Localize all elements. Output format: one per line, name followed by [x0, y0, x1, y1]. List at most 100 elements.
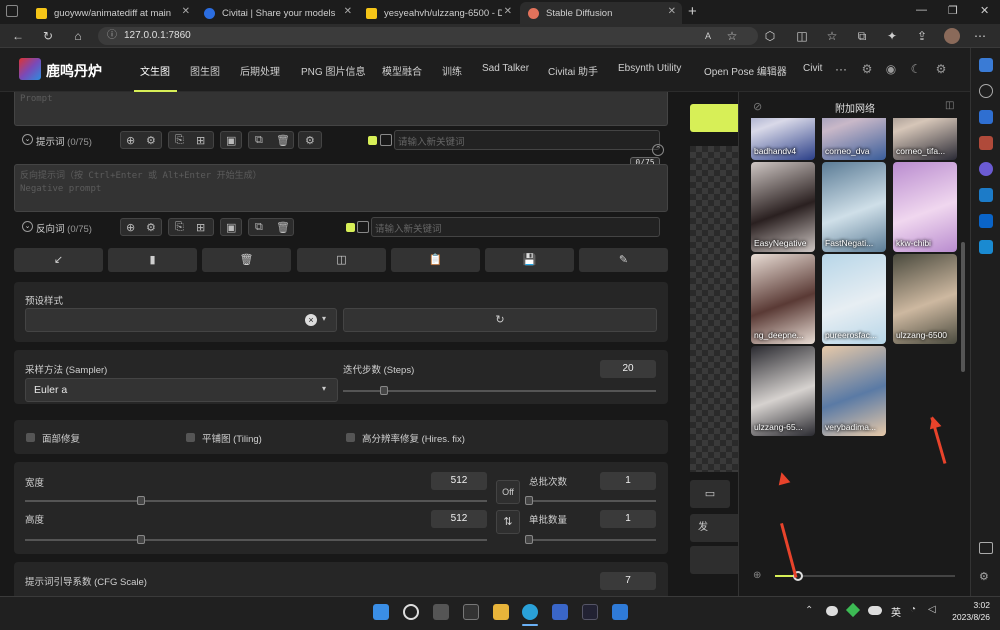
auto-size-off-button[interactable]: Off: [496, 480, 520, 504]
terminal-icon[interactable]: [463, 604, 479, 620]
import-icon[interactable]: ⎘: [175, 221, 184, 234]
sampler-dropdown[interactable]: Euler a ▾: [25, 378, 338, 402]
batch-count-input[interactable]: 1: [600, 472, 656, 490]
close-window-icon[interactable]: ✕: [980, 4, 989, 17]
search-icon[interactable]: [403, 604, 419, 620]
file-explorer-icon[interactable]: [493, 604, 509, 620]
steps-slider-thumb[interactable]: [379, 386, 388, 395]
github-icon[interactable]: ◉: [884, 62, 898, 76]
magic-button[interactable]: ✎: [579, 248, 668, 272]
outlook-icon[interactable]: [979, 214, 993, 228]
volume-icon[interactable]: ◁: [928, 604, 936, 615]
steps-number-input[interactable]: 20: [600, 360, 656, 378]
model-card[interactable]: corneo_dva: [822, 118, 886, 160]
extra-networks-button[interactable]: ◫: [297, 248, 386, 272]
browser-tab[interactable]: Civitai | Share your models ✕: [196, 2, 358, 24]
minimize-icon[interactable]: —: [916, 4, 927, 16]
model-card[interactable]: ulzzang-65...: [751, 346, 815, 436]
import-icon[interactable]: ⎘: [175, 134, 184, 147]
avatar[interactable]: [944, 28, 960, 44]
read-params-button[interactable]: ↙: [14, 248, 103, 272]
back-icon[interactable]: ←: [10, 28, 26, 44]
telegram-icon[interactable]: [979, 240, 993, 254]
extensions-icon[interactable]: ⬡: [762, 28, 778, 44]
collections-icon[interactable]: ⧉: [854, 28, 870, 44]
batch-size-slider-thumb[interactable]: [525, 535, 533, 544]
unpin-icon[interactable]: ⊘: [753, 100, 762, 113]
settings-gear-icon[interactable]: ⚙: [860, 62, 874, 76]
copy-icon[interactable]: ⧉: [255, 134, 263, 147]
read-aloud-icon[interactable]: A: [700, 28, 716, 44]
height-number-input[interactable]: 512: [431, 510, 487, 528]
tab-actions-icon[interactable]: [6, 5, 18, 17]
output-action-button[interactable]: [690, 546, 738, 574]
refresh-icon[interactable]: ↻: [40, 28, 56, 44]
close-icon[interactable]: ✕: [668, 6, 676, 17]
close-icon[interactable]: ✕: [344, 6, 352, 17]
home-icon[interactable]: ⌂: [70, 28, 86, 44]
split-screen-icon[interactable]: ◫: [794, 28, 810, 44]
model-card[interactable]: EasyNegative: [751, 162, 815, 252]
tiling-checkbox[interactable]: [186, 433, 195, 442]
apply-style-button[interactable]: 📋: [391, 248, 480, 272]
clock[interactable]: 3:02 2023/8/26: [944, 599, 990, 623]
games-icon[interactable]: [979, 162, 993, 176]
tab-nav-item[interactable]: 训练: [442, 63, 462, 78]
face-restore-checkbox[interactable]: [26, 433, 35, 442]
show-hidden-icons-icon[interactable]: ⌃: [805, 605, 813, 616]
scrollbar[interactable]: [961, 242, 965, 372]
task-view-icon[interactable]: [433, 604, 449, 620]
gear-icon[interactable]: ⚙: [146, 221, 156, 234]
collapse-chevron-icon[interactable]: ⌄: [22, 134, 33, 145]
model-card[interactable]: verybadima...: [822, 346, 886, 436]
new-keyword-input[interactable]: 请输入新关键词: [394, 130, 660, 150]
settings-icon[interactable]: ⚙: [979, 570, 993, 584]
more-icon[interactable]: ⋯: [972, 28, 988, 44]
height-slider-thumb[interactable]: [136, 535, 145, 544]
height-slider[interactable]: [25, 539, 487, 541]
wifi-icon[interactable]: ◔: [910, 604, 916, 615]
new-keyword-input[interactable]: 请输入新关键词: [371, 217, 660, 237]
folder-icon[interactable]: ▭: [690, 480, 730, 508]
tab-nav-item[interactable]: Sad Talker: [482, 63, 529, 74]
toolbox-icon[interactable]: [979, 136, 993, 150]
model-card[interactable]: corneo_tifa...: [893, 118, 957, 160]
clear-icon[interactable]: ×: [305, 314, 317, 326]
generate-button[interactable]: [690, 104, 740, 132]
hires-fix-checkbox[interactable]: [346, 433, 355, 442]
keyword-toggle-icon[interactable]: [357, 221, 369, 233]
tray-app-icon[interactable]: [826, 606, 838, 616]
dark-mode-moon-icon[interactable]: ☾: [909, 62, 923, 76]
browser-tab[interactable]: guoyww/animatediff at main ✕: [28, 2, 196, 24]
tab-nav-item[interactable]: PNG 图片信息: [301, 63, 365, 78]
app-icon[interactable]: [582, 604, 598, 620]
trash-icon[interactable]: 🗑: [276, 221, 290, 234]
styles-dropdown[interactable]: × ▾: [25, 308, 337, 332]
negative-prompt-textarea[interactable]: 反向提示词（按 Ctrl+Enter 或 Alt+Enter 开始生成） Neg…: [14, 164, 668, 212]
collapse-chevron-icon[interactable]: ⌄: [22, 221, 33, 232]
store-icon[interactable]: [552, 604, 568, 620]
share-icon[interactable]: ⇪: [914, 28, 930, 44]
notepad-icon[interactable]: [612, 604, 628, 620]
bookmark-icon[interactable]: ⊞: [196, 221, 205, 234]
panel-toggle-icon[interactable]: ◫: [945, 100, 954, 111]
keyword-checkbox[interactable]: [368, 136, 377, 145]
onedrive-icon[interactable]: [868, 606, 882, 615]
translate-icon[interactable]: ▣: [226, 134, 236, 147]
width-slider[interactable]: [25, 500, 487, 502]
trash-icon[interactable]: 🗑: [276, 134, 290, 147]
tab-nav-item[interactable]: 后期处理: [240, 63, 280, 78]
new-tab-button[interactable]: +: [688, 3, 697, 20]
model-card[interactable]: ng_deepne...: [751, 254, 815, 344]
search-icon[interactable]: [979, 84, 993, 98]
close-icon[interactable]: ✕: [182, 6, 190, 17]
batch-count-slider[interactable]: [529, 500, 656, 502]
screenshot-icon[interactable]: [979, 542, 993, 554]
tab-nav-item[interactable]: Ebsynth Utility: [618, 63, 681, 74]
expand-up-icon[interactable]: ⌃: [652, 144, 664, 156]
tab-nav-item[interactable]: Civit: [803, 63, 822, 74]
prompt-textarea[interactable]: Prompt: [14, 92, 668, 126]
bookmark-icon[interactable]: ⊞: [196, 134, 205, 147]
globe-icon[interactable]: ⊕: [126, 221, 135, 234]
settings-icon[interactable]: ⚙: [305, 134, 315, 147]
